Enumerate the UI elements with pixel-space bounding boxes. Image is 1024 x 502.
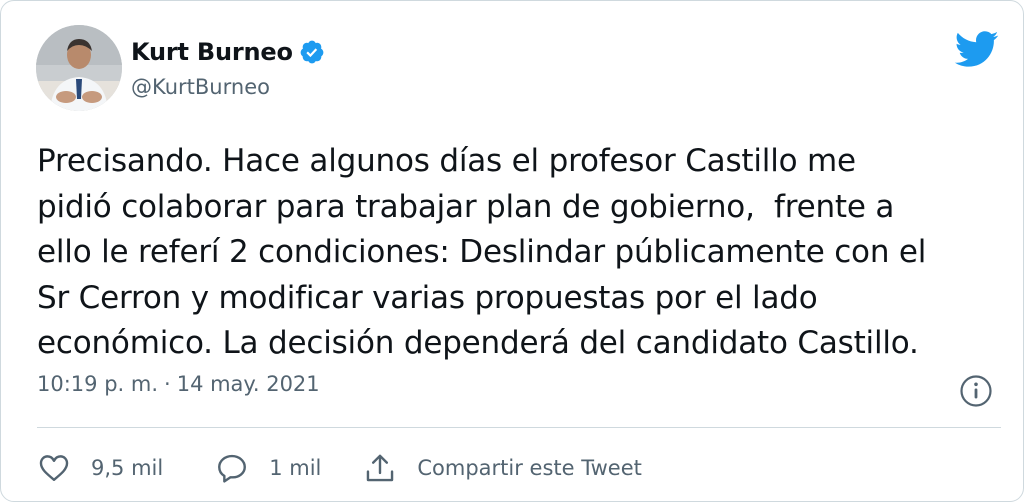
tweet-card: Kurt Burneo @KurtBurneo Precisando. Hace… bbox=[0, 0, 1024, 502]
tweet-time[interactable]: 10:19 p. m. bbox=[37, 372, 158, 396]
avatar-photo bbox=[36, 25, 122, 111]
author-name[interactable]: Kurt Burneo bbox=[131, 38, 293, 66]
share-button[interactable]: Compartir este Tweet bbox=[363, 451, 642, 485]
reply-button[interactable]: 1 mil bbox=[215, 451, 321, 485]
like-button[interactable]: 9,5 mil bbox=[37, 451, 163, 485]
tweet-date[interactable]: 14 may. 2021 bbox=[177, 372, 320, 396]
reply-count: 1 mil bbox=[269, 456, 322, 480]
speech-bubble-icon bbox=[218, 454, 247, 483]
twitter-bird-icon[interactable] bbox=[953, 29, 999, 69]
divider bbox=[37, 427, 1001, 428]
tweet-text: Precisando. Hace algunos días el profeso… bbox=[37, 143, 927, 362]
author-handle[interactable]: @KurtBurneo bbox=[131, 75, 270, 99]
tweet-actions: 9,5 mil 1 mil Compartir este Tweet bbox=[37, 447, 642, 489]
share-label: Compartir este Tweet bbox=[417, 456, 642, 480]
like-count: 9,5 mil bbox=[91, 456, 164, 480]
verified-badge-icon bbox=[299, 39, 325, 65]
share-icon bbox=[367, 454, 394, 482]
author-name-row: Kurt Burneo bbox=[131, 35, 325, 69]
tweet-timestamp[interactable]: 10:19 p. m. · 14 may. 2021 bbox=[37, 372, 320, 396]
timestamp-separator: · bbox=[164, 372, 171, 396]
avatar[interactable] bbox=[36, 25, 122, 111]
heart-icon bbox=[39, 455, 69, 481]
info-icon[interactable] bbox=[959, 374, 993, 408]
